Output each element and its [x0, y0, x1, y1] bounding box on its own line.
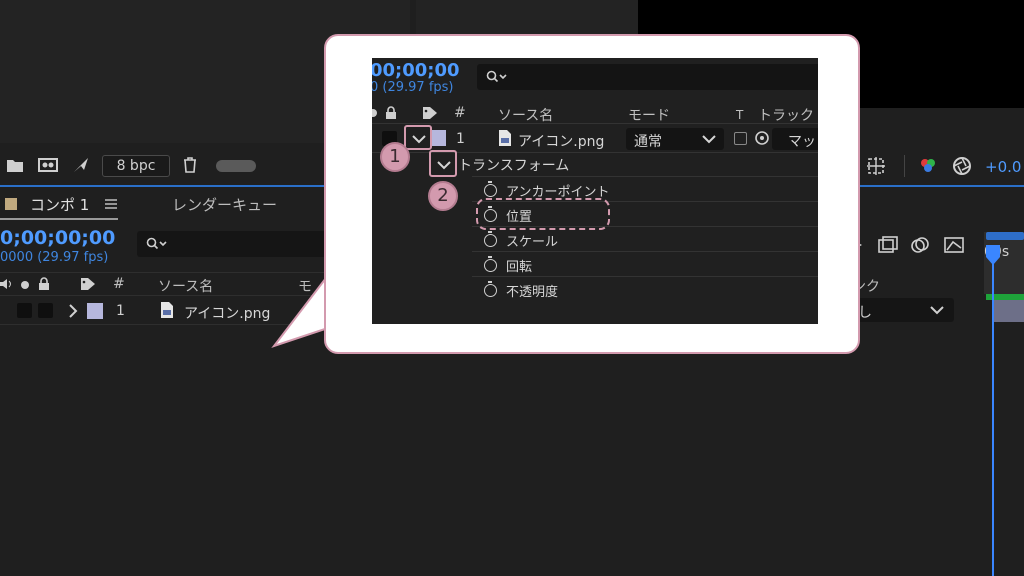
chevron-down-icon[interactable]	[412, 134, 426, 144]
position-highlight	[476, 198, 610, 230]
color-channels-icon[interactable]	[918, 156, 938, 176]
current-time[interactable]: 0;00;00;00	[0, 227, 115, 249]
frame-blend-icon[interactable]	[878, 236, 898, 254]
time-ruler[interactable]	[984, 232, 1024, 294]
zoom-current-time: 00;00;00	[372, 60, 460, 81]
transform-group-label: トランスフォーム	[458, 158, 570, 174]
video-toggle[interactable]	[17, 303, 32, 318]
zoom-column-mode: モード	[628, 108, 670, 124]
exposure-value[interactable]: +0.0	[985, 158, 1021, 176]
zoom-layer-number: 1	[456, 131, 465, 147]
playhead-line[interactable]	[992, 248, 994, 576]
frame-rate: 0000 (29.97 fps)	[0, 250, 109, 265]
comp-color-swatch	[5, 198, 17, 210]
film-icon[interactable]	[38, 157, 58, 173]
property-opacity: 不透明度	[506, 285, 559, 300]
zoom-frame-rate: 0 (29.97 fps)	[372, 80, 454, 95]
trash-icon[interactable]	[182, 156, 198, 174]
zoom-column-header	[372, 102, 818, 124]
track-matte-value: し	[858, 305, 872, 321]
chevron-right-icon[interactable]	[68, 304, 78, 318]
layer-search-input[interactable]	[137, 231, 327, 257]
folder-icon[interactable]	[6, 157, 24, 173]
label-tag-icon[interactable]	[80, 277, 96, 291]
transform-expand-highlight[interactable]	[429, 150, 457, 177]
stopwatch-icon[interactable]	[484, 181, 497, 197]
search-icon	[486, 70, 507, 83]
solo-icon[interactable]	[20, 280, 30, 290]
audio-icon[interactable]	[0, 278, 12, 290]
zoom-column-track: トラック	[758, 108, 814, 124]
column-number: #	[113, 276, 125, 292]
chevron-down-icon[interactable]	[437, 160, 451, 170]
step-badge-2: 2	[428, 181, 458, 211]
blend-mode-value: 通常	[634, 134, 662, 150]
stopwatch-icon[interactable]	[484, 281, 497, 297]
active-tab-indicator	[0, 218, 118, 220]
stopwatch-icon[interactable]	[484, 256, 497, 272]
track-matte-value: マッ	[788, 134, 816, 150]
layer-label-color[interactable]	[87, 303, 103, 319]
render-icon[interactable]	[72, 156, 90, 174]
label-tag-icon	[423, 107, 437, 119]
solo-icon	[372, 109, 377, 117]
layer-duration-bar[interactable]	[994, 300, 1024, 322]
file-icon	[499, 130, 511, 146]
step-badge-1: 1	[380, 142, 410, 172]
graph-editor-icon[interactable]	[944, 236, 964, 254]
layer-source-name[interactable]: アイコン.png	[184, 303, 270, 323]
chevron-down-icon	[930, 306, 944, 315]
zoom-column-t: T	[736, 108, 744, 122]
layer-number: 1	[116, 303, 125, 319]
work-area-bar[interactable]	[986, 232, 1024, 240]
bit-depth-button[interactable]: 8 bpc	[102, 155, 170, 177]
pickwhip-icon[interactable]	[754, 130, 770, 146]
layer-expand-highlight[interactable]	[404, 125, 432, 150]
zoom-layer-source-name: アイコン.png	[518, 134, 605, 150]
lock-icon	[386, 106, 396, 119]
zoom-column-number: #	[454, 105, 466, 121]
property-row[interactable]: 回転	[472, 251, 818, 276]
region-icon[interactable]	[866, 156, 886, 176]
zoom-layer-label-color	[432, 130, 446, 146]
exposure-icon[interactable]	[952, 156, 972, 176]
toggle-pill[interactable]	[216, 160, 256, 172]
property-scale: スケール	[506, 235, 559, 250]
chevron-down-icon	[702, 135, 716, 144]
zoom-column-source-name: ソース名	[498, 108, 554, 124]
tab-comp-1[interactable]: コンポ 1	[30, 194, 89, 215]
file-icon	[161, 302, 173, 318]
menu-icon[interactable]	[105, 199, 117, 209]
stopwatch-icon[interactable]	[484, 231, 497, 247]
motion-blur-icon[interactable]	[910, 236, 930, 254]
lock-toggle[interactable]	[38, 303, 53, 318]
property-row[interactable]: 不透明度	[472, 276, 818, 301]
tab-render-queue[interactable]: レンダーキュー	[172, 194, 277, 215]
lock-icon[interactable]	[38, 277, 50, 291]
search-icon	[146, 237, 167, 250]
column-source-name[interactable]: ソース名	[158, 276, 213, 296]
property-rotation: 回転	[506, 260, 533, 275]
toolbar-divider	[904, 155, 905, 177]
zoom-search-input[interactable]	[477, 64, 818, 90]
preserve-transparency-checkbox[interactable]	[734, 132, 747, 145]
